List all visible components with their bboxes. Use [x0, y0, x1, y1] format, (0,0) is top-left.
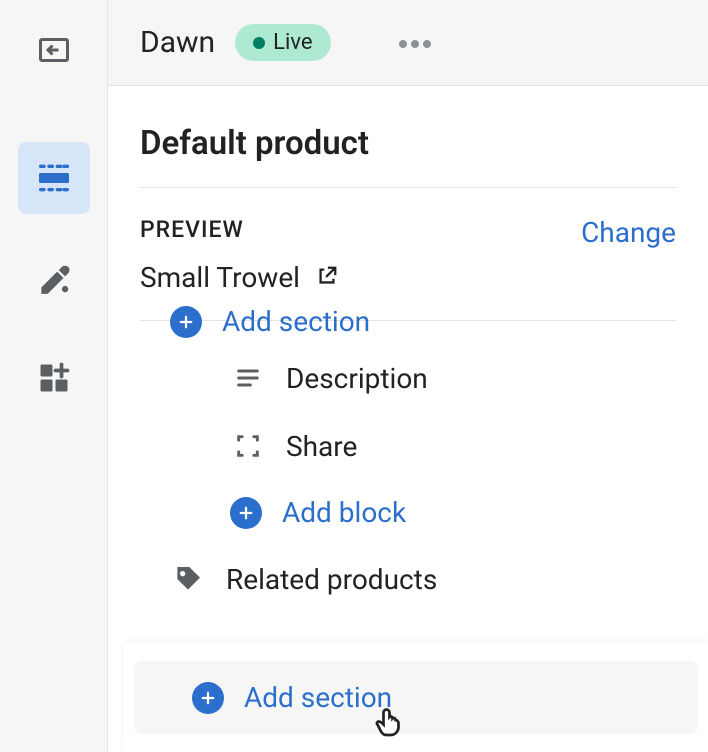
status-label: Live: [273, 30, 312, 55]
preview-label: PREVIEW: [140, 216, 244, 243]
sidebar-sections-icon[interactable]: [18, 142, 90, 214]
tag-icon: [170, 561, 206, 597]
tree-item-label: Share: [286, 430, 357, 463]
plus-circle-icon: [192, 682, 224, 714]
description-icon: [230, 360, 266, 396]
page-title: Default product: [140, 124, 676, 163]
add-section-partial-label: Add section: [222, 305, 370, 338]
tree-item-related-products[interactable]: Related products: [140, 545, 676, 613]
share-icon: [230, 428, 266, 464]
tree-item-description[interactable]: Description: [140, 344, 676, 412]
divider: [140, 187, 676, 188]
add-section-partial[interactable]: Add section: [140, 305, 676, 344]
sidebar-theme-icon[interactable]: [18, 242, 90, 314]
change-link[interactable]: Change: [581, 216, 676, 249]
status-badge: Live: [235, 24, 330, 61]
status-dot-icon: [253, 37, 265, 49]
related-products-label: Related products: [226, 563, 437, 596]
add-block-button[interactable]: Add block: [140, 480, 676, 545]
more-button[interactable]: [391, 25, 439, 60]
plus-circle-icon: [170, 306, 202, 338]
add-block-label: Add block: [282, 496, 406, 529]
back-button[interactable]: [32, 28, 76, 72]
add-section-label: Add section: [244, 681, 392, 714]
theme-name: Dawn: [140, 25, 215, 60]
tree-item-share[interactable]: Share: [140, 412, 676, 480]
plus-circle-icon: [230, 497, 262, 529]
tree-item-label: Description: [286, 362, 428, 395]
add-section-button[interactable]: Add section: [134, 661, 698, 734]
preview-product-name: Small Trowel: [140, 261, 300, 294]
external-link-icon[interactable]: [316, 261, 338, 294]
sidebar-apps-icon[interactable]: [18, 342, 90, 414]
